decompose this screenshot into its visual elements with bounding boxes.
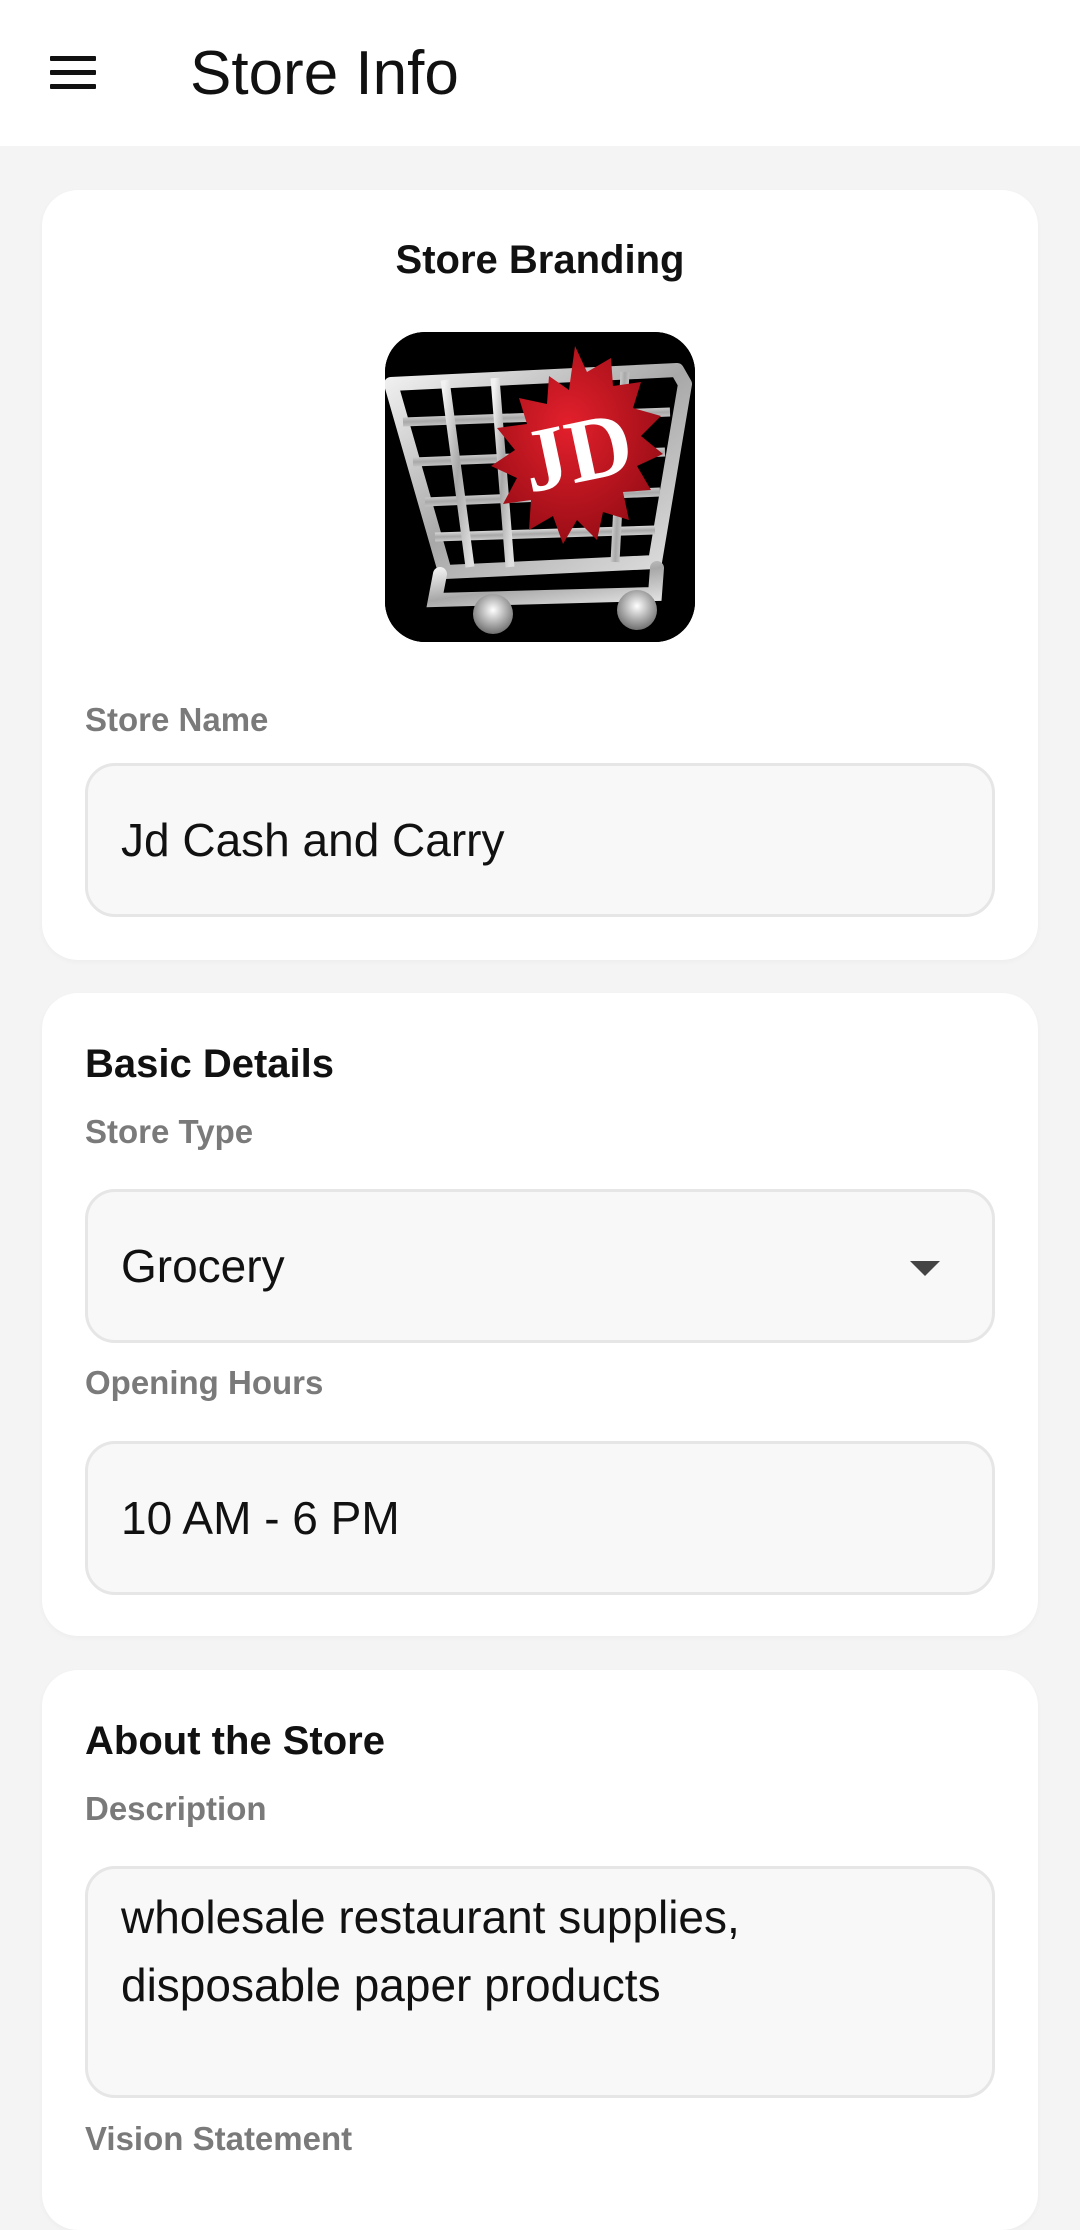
hamburger-menu-icon[interactable] xyxy=(44,51,102,95)
vision-statement-label: Vision Statement xyxy=(85,2120,353,2157)
store-name-label: Store Name xyxy=(85,701,269,738)
about-store-title: About the Store xyxy=(85,1719,385,1763)
store-type-value: Grocery xyxy=(121,1240,285,1292)
store-branding-title: Store Branding xyxy=(395,238,685,282)
opening-hours-label: Opening Hours xyxy=(85,1364,324,1401)
shopping-cart-logo-icon: JD xyxy=(385,332,695,642)
store-type-dropdown[interactable]: Grocery xyxy=(85,1189,995,1343)
description-label: Description xyxy=(85,1790,267,1827)
store-branding-card: Store Branding JD Store Name Jd Cash and… xyxy=(42,190,1038,960)
basic-details-card: Basic Details Store Type Grocery Opening… xyxy=(42,993,1038,1636)
opening-hours-value: 10 AM - 6 PM xyxy=(121,1492,400,1544)
store-logo[interactable]: JD xyxy=(385,332,695,642)
opening-hours-input[interactable]: 10 AM - 6 PM xyxy=(85,1441,995,1595)
store-name-value: Jd Cash and Carry xyxy=(121,814,505,866)
basic-details-title: Basic Details xyxy=(85,1042,335,1086)
description-value: wholesale restaurant supplies, disposabl… xyxy=(121,1891,740,2011)
dropdown-arrow-icon xyxy=(910,1261,940,1276)
description-textarea[interactable]: wholesale restaurant supplies, disposabl… xyxy=(85,1866,995,2098)
page-title: Store Info xyxy=(190,39,459,108)
store-name-input[interactable]: Jd Cash and Carry xyxy=(85,763,995,917)
about-store-card: About the Store Description wholesale re… xyxy=(42,1670,1038,2230)
store-type-label: Store Type xyxy=(85,1113,254,1150)
app-bar: Store Info xyxy=(0,0,1080,146)
